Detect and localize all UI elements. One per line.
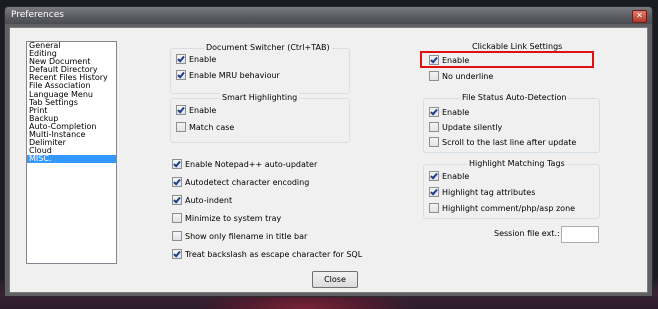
category-list[interactable]: General Editing New Document Default Direct…	[26, 41, 117, 264]
checkbox-unchecked-icon	[172, 231, 182, 241]
window-title: Preferences	[11, 10, 64, 20]
group-title: Highlight Matching Tags	[467, 159, 567, 168]
auto-indent-option[interactable]: Auto-indent	[172, 195, 232, 206]
checkbox-unchecked-icon	[429, 137, 439, 147]
autodetect-encoding-option[interactable]: Autodetect character encoding	[172, 177, 309, 188]
minimize-tray-option[interactable]: Minimize to system tray	[172, 213, 281, 224]
mru-behaviour-option[interactable]: Enable MRU behaviour	[176, 70, 280, 81]
checkbox-unchecked-icon	[172, 213, 182, 223]
checkbox-unchecked-icon	[429, 122, 439, 132]
checkbox-unchecked-icon	[429, 203, 439, 213]
checkbox-checked-icon	[429, 171, 439, 181]
update-silently-option[interactable]: Update silently	[429, 122, 502, 133]
session-ext-label: Session file ext.:	[494, 229, 560, 238]
auto-updater-option[interactable]: Enable Notepad++ auto-updater	[172, 159, 317, 170]
clickable-link-enable[interactable]: Enable	[429, 55, 469, 66]
filename-title-option[interactable]: Show only filename in title bar	[172, 231, 307, 242]
match-case-option[interactable]: Match case	[176, 122, 234, 133]
checkbox-checked-icon	[172, 249, 182, 259]
smart-highlighting-enable[interactable]: Enable	[176, 105, 216, 116]
no-underline-option[interactable]: No underline	[429, 71, 493, 82]
checkbox-checked-icon	[176, 70, 186, 80]
checkbox-checked-icon	[176, 105, 186, 115]
dialog-client-area: General Editing New Document Default Direct…	[9, 27, 648, 293]
checkbox-unchecked-icon	[429, 71, 439, 81]
checkbox-checked-icon	[176, 54, 186, 64]
close-button[interactable]: Close	[312, 271, 358, 288]
session-ext-input[interactable]	[561, 226, 599, 243]
file-status-enable[interactable]: Enable	[429, 107, 469, 118]
group-title: File Status Auto-Detection	[460, 93, 569, 102]
group-title: Document Switcher (Ctrl+TAB)	[204, 43, 332, 52]
close-window-button[interactable]: ✕	[632, 10, 647, 23]
checkbox-checked-icon	[172, 159, 182, 169]
comment-zone-option[interactable]: Highlight comment/php/asp zone	[429, 203, 575, 214]
clickable-link-title: Clickable Link Settings	[470, 42, 565, 51]
checkbox-checked-icon	[429, 107, 439, 117]
preferences-dialog: Preferences ✕ General Editing New Document…	[4, 6, 653, 297]
backslash-sql-option[interactable]: Treat backslash as escape character for …	[172, 249, 362, 260]
checkbox-checked-icon	[172, 177, 182, 187]
group-title: Smart Highlighting	[220, 93, 300, 102]
highlight-tags-enable[interactable]: Enable	[429, 171, 469, 182]
document-switcher-enable[interactable]: Enable	[176, 54, 216, 65]
title-bar[interactable]: Preferences ✕	[5, 7, 652, 24]
checkbox-checked-icon	[429, 55, 439, 65]
close-icon: ✕	[636, 11, 643, 20]
checkbox-checked-icon	[429, 187, 439, 197]
checkbox-unchecked-icon	[176, 122, 186, 132]
tag-attributes-option[interactable]: Highlight tag attributes	[429, 187, 535, 198]
nav-item[interactable]: MISC.	[27, 155, 116, 164]
checkbox-checked-icon	[172, 195, 182, 205]
scroll-last-line-option[interactable]: Scroll to the last line after update	[429, 137, 576, 148]
